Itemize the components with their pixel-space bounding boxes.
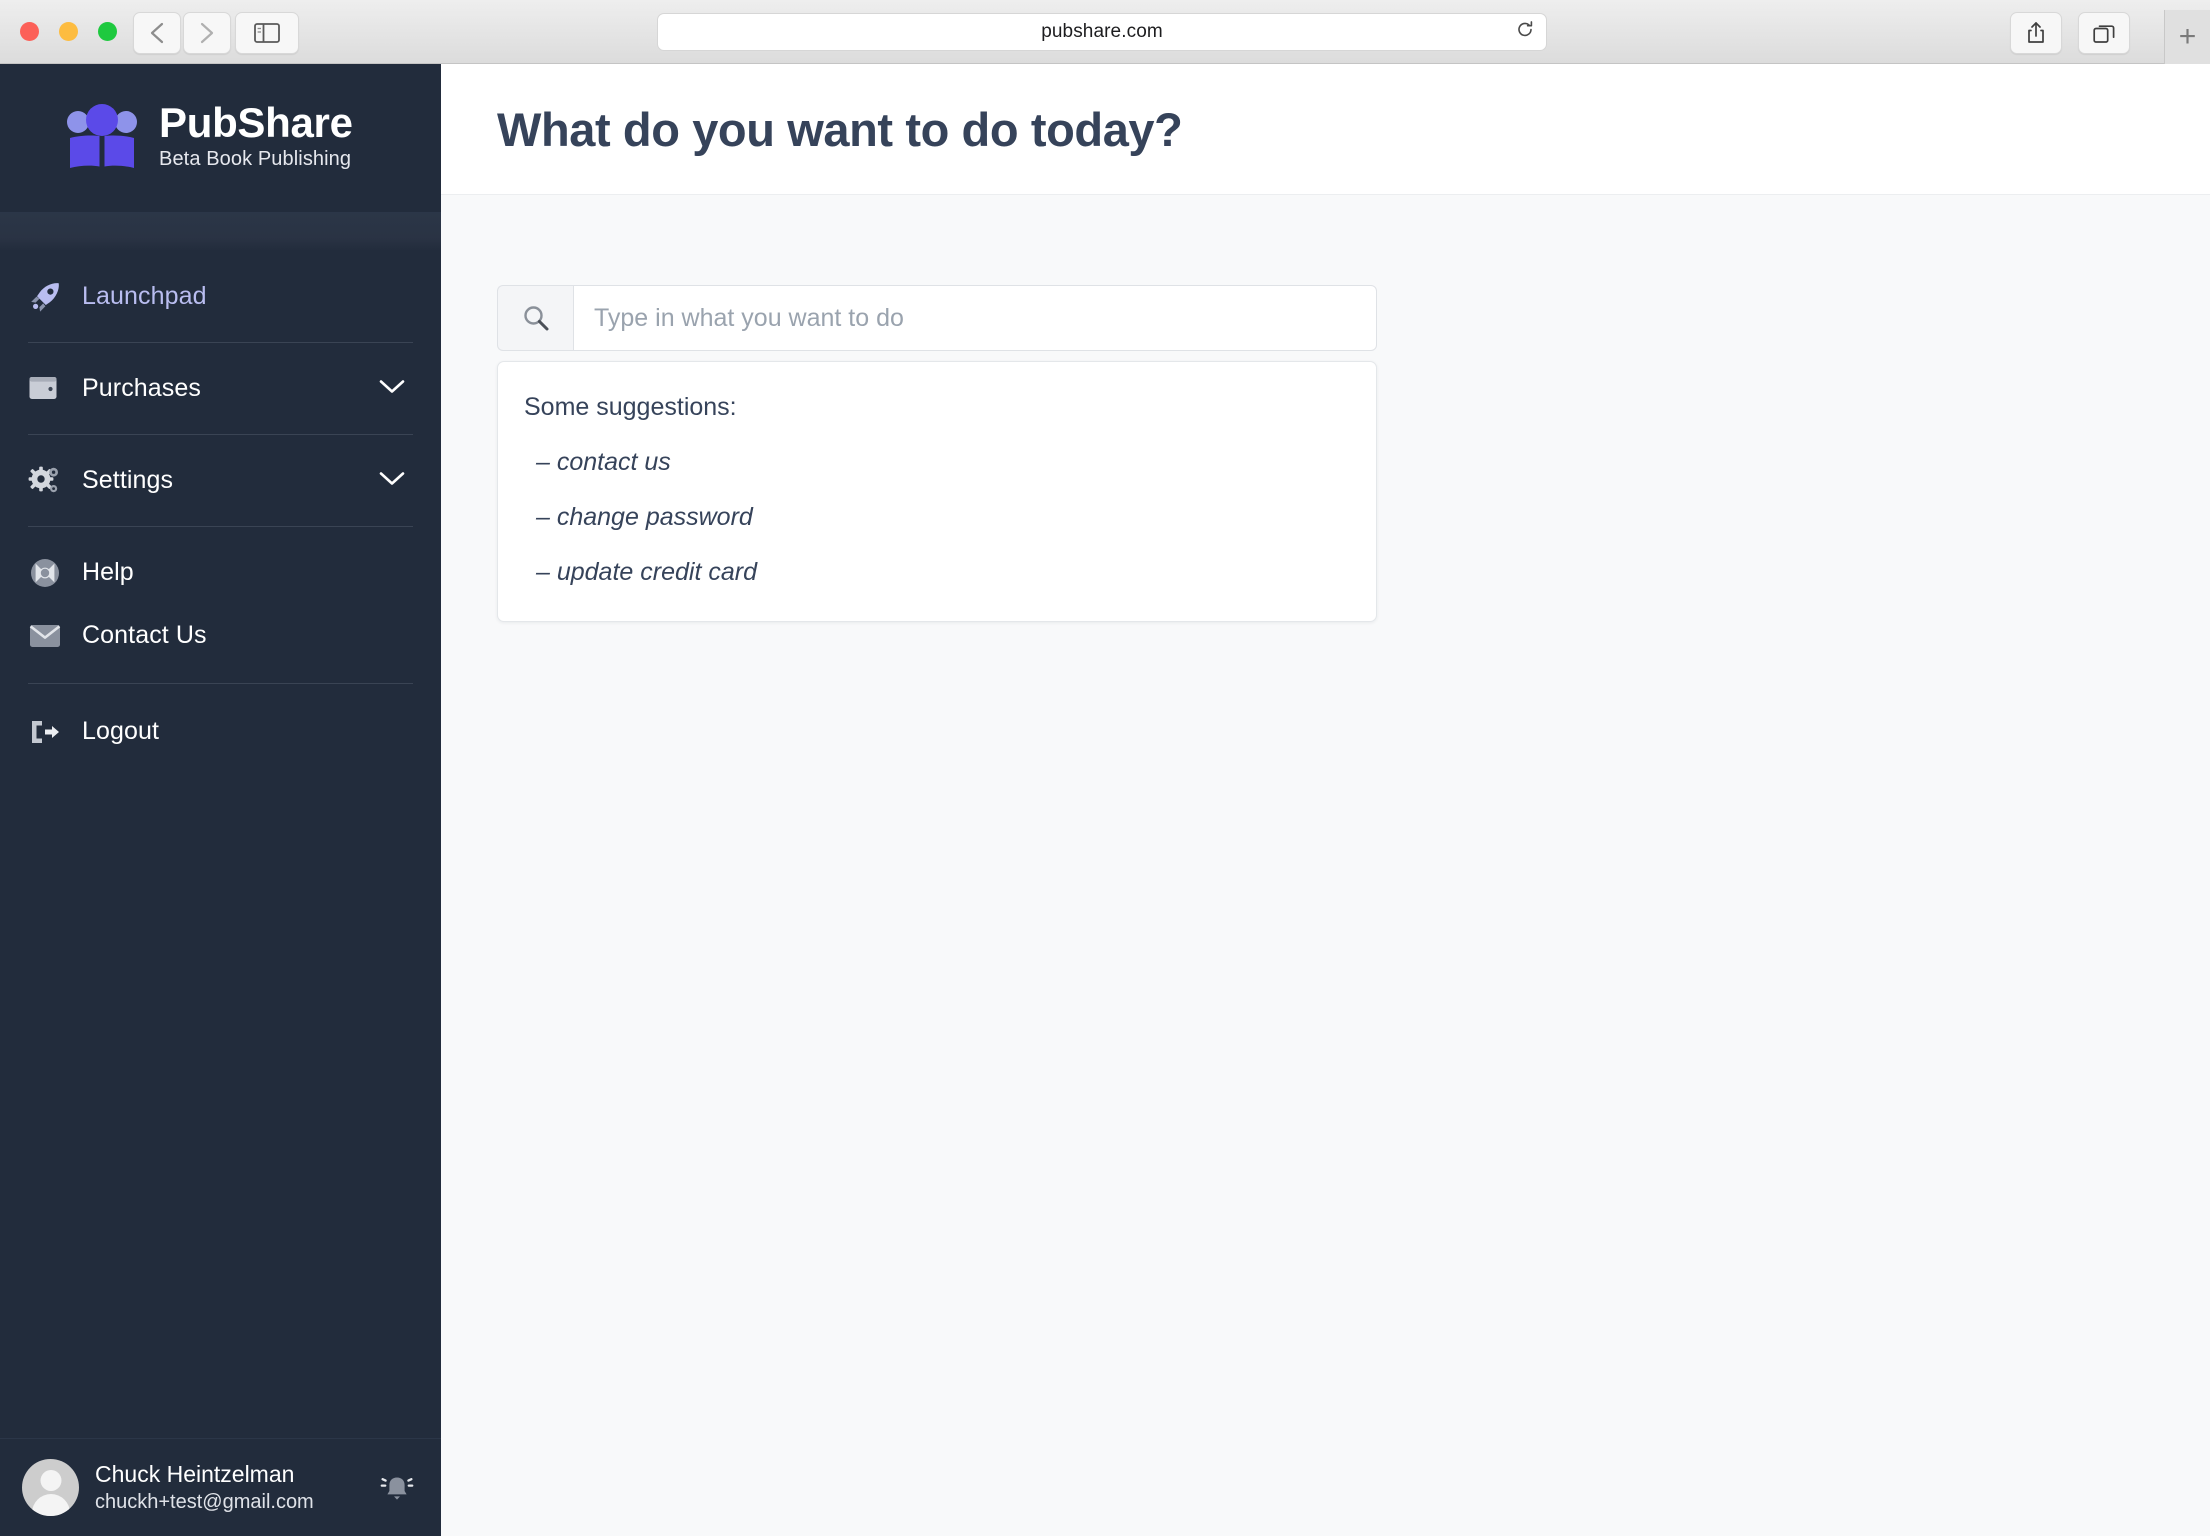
chevron-right-icon bbox=[200, 22, 214, 44]
nav-group-settings: Settings bbox=[28, 435, 413, 527]
close-window-button[interactable] bbox=[20, 22, 39, 41]
chevron-left-icon bbox=[150, 22, 164, 44]
share-button[interactable] bbox=[2010, 12, 2062, 54]
back-button[interactable] bbox=[133, 12, 181, 54]
avatar-head bbox=[40, 1470, 61, 1491]
suggestions-title: Some suggestions: bbox=[524, 393, 737, 421]
sidebar-item-label: Purchases bbox=[82, 374, 202, 402]
main-content: What do you want to do today? Some sugge… bbox=[441, 64, 2210, 1536]
suggestion-item[interactable]: – contact us bbox=[498, 447, 1376, 477]
new-tab-label: + bbox=[2178, 20, 2197, 53]
sidebar-item-label: Launchpad bbox=[82, 282, 207, 310]
sidebar-item-help[interactable]: Help bbox=[28, 541, 413, 604]
sidebar-icon bbox=[254, 23, 280, 43]
nav-group-logout: Logout bbox=[28, 700, 413, 763]
nav-group-launchpad: Launchpad bbox=[28, 251, 413, 343]
rocket-icon bbox=[28, 280, 62, 314]
sidebar-item-label: Help bbox=[82, 558, 134, 586]
search-icon-container bbox=[497, 285, 573, 351]
address-bar[interactable]: pubshare.com bbox=[657, 13, 1547, 51]
browser-toolbar: pubshare.com + bbox=[0, 0, 2210, 64]
sidebar: PubShare Beta Book Publishing Launchpad … bbox=[0, 64, 441, 1536]
maximize-window-button[interactable] bbox=[98, 22, 117, 41]
brand-name: PubShare bbox=[159, 98, 353, 146]
avatar-body bbox=[31, 1494, 70, 1516]
brand-logo[interactable]: PubShare Beta Book Publishing bbox=[0, 64, 441, 212]
search-icon bbox=[523, 306, 548, 331]
nav-group-support: Help Contact Us bbox=[28, 541, 413, 684]
page-title: What do you want to do today? bbox=[497, 102, 1183, 156]
life-ring-icon bbox=[28, 556, 62, 590]
suggestion-item[interactable]: – change password bbox=[498, 502, 1376, 532]
sidebar-toggle-button[interactable] bbox=[235, 12, 299, 54]
sidebar-item-purchases[interactable]: Purchases bbox=[28, 343, 413, 434]
page-header: What do you want to do today? bbox=[441, 64, 2210, 195]
share-icon bbox=[2028, 22, 2044, 43]
gears-icon bbox=[28, 464, 62, 498]
user-name: Chuck Heintzelman bbox=[95, 1461, 295, 1488]
tab-overview-icon bbox=[2093, 25, 2115, 43]
sidebar-item-label: Contact Us bbox=[82, 621, 207, 649]
search-bar bbox=[497, 285, 1377, 351]
sidebar-item-settings[interactable]: Settings bbox=[28, 435, 413, 526]
sidebar-brand-divider bbox=[0, 212, 441, 251]
avatar bbox=[22, 1459, 79, 1516]
pubshare-logo-icon bbox=[67, 104, 137, 168]
envelope-icon bbox=[28, 619, 62, 653]
sign-out-icon bbox=[28, 715, 62, 749]
bell-icon bbox=[380, 1477, 414, 1500]
reload-button[interactable] bbox=[1516, 21, 1534, 44]
content-area: Some suggestions: – contact us – change … bbox=[441, 195, 2210, 622]
sidebar-item-logout[interactable]: Logout bbox=[28, 700, 413, 763]
notifications-button[interactable] bbox=[375, 1466, 419, 1510]
user-footer[interactable]: Chuck Heintzelman chuckh+test@gmail.com bbox=[0, 1438, 441, 1536]
tab-overview-button[interactable] bbox=[2078, 12, 2130, 54]
nav-group-purchases: Purchases bbox=[28, 343, 413, 435]
sidebar-nav: Launchpad Purchases Settings Help Contac… bbox=[0, 251, 441, 763]
address-bar-url: pubshare.com bbox=[1041, 21, 1163, 42]
reload-icon bbox=[1518, 21, 1533, 37]
brand-tagline: Beta Book Publishing bbox=[159, 148, 352, 171]
suggestion-item[interactable]: – update credit card bbox=[498, 557, 1376, 587]
sidebar-item-label: Logout bbox=[82, 717, 160, 745]
new-tab-button[interactable]: + bbox=[2164, 10, 2210, 64]
wallet-icon bbox=[28, 372, 62, 406]
user-email: chuckh+test@gmail.com bbox=[95, 1490, 314, 1513]
chevron-down-icon[interactable] bbox=[377, 377, 407, 400]
app-container: PubShare Beta Book Publishing Launchpad … bbox=[0, 64, 2210, 1536]
forward-button[interactable] bbox=[183, 12, 231, 54]
suggestions-panel: Some suggestions: – contact us – change … bbox=[497, 361, 1377, 622]
sidebar-item-launchpad[interactable]: Launchpad bbox=[28, 251, 413, 342]
sidebar-item-contact-us[interactable]: Contact Us bbox=[28, 604, 413, 667]
window-traffic-lights bbox=[20, 22, 117, 41]
user-meta: Chuck Heintzelman chuckh+test@gmail.com bbox=[95, 1460, 375, 1515]
search-input[interactable] bbox=[573, 285, 1377, 351]
sidebar-item-label: Settings bbox=[82, 466, 174, 494]
chevron-down-icon[interactable] bbox=[377, 469, 407, 492]
minimize-window-button[interactable] bbox=[59, 22, 78, 41]
